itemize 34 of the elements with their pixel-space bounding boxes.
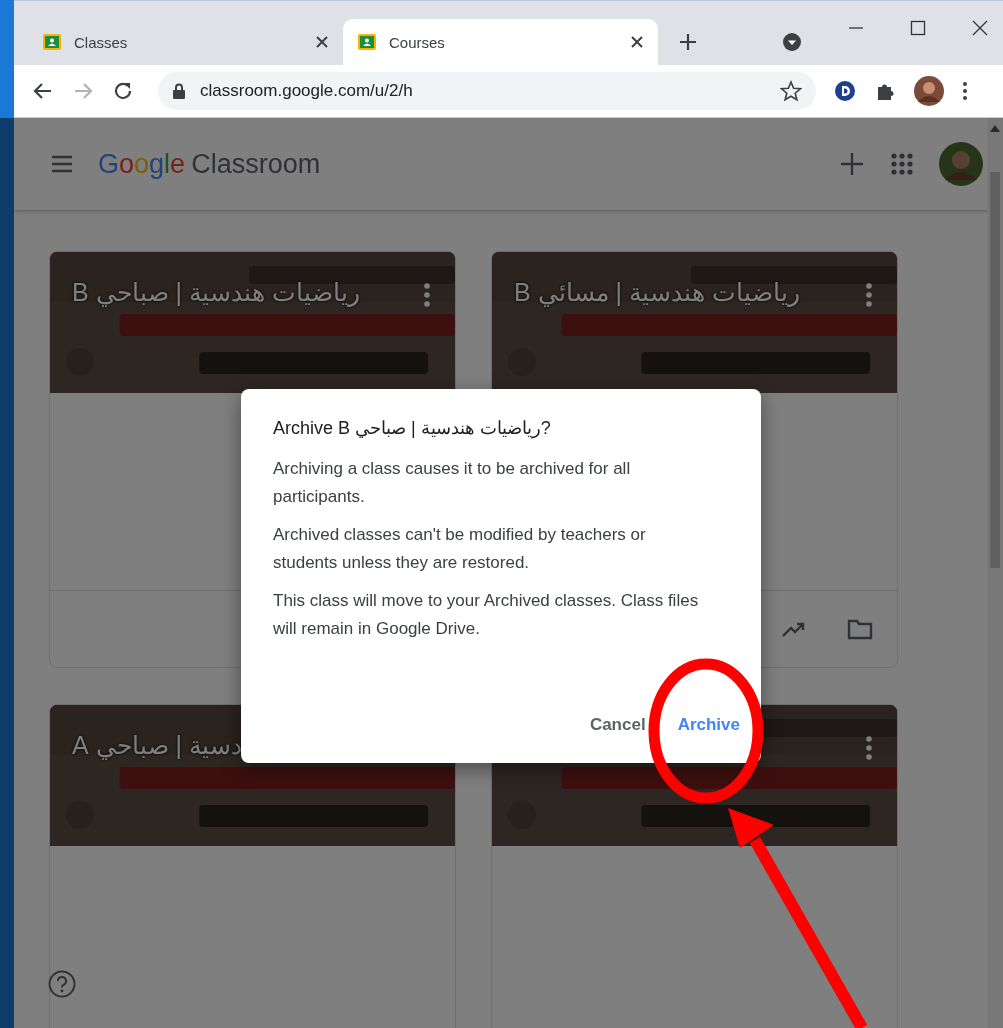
- more-icon[interactable]: [962, 80, 968, 102]
- browser-tab[interactable]: Classes: [28, 19, 343, 65]
- close-icon[interactable]: [971, 19, 989, 37]
- cancel-button[interactable]: Cancel: [589, 707, 646, 743]
- dropdown-icon[interactable]: [782, 32, 802, 52]
- plus-icon[interactable]: [839, 151, 865, 177]
- dialog-text: Archived classes can't be modified by teachers or students unless they are restored.: [273, 524, 647, 574]
- extension-icon[interactable]: [834, 80, 856, 102]
- lock-icon: [172, 83, 186, 99]
- archive-button[interactable]: Archive: [677, 707, 740, 743]
- scroll-up-icon[interactable]: [990, 124, 1000, 132]
- classroom-favicon-icon: [42, 32, 62, 52]
- scrollbar[interactable]: [987, 118, 1003, 1028]
- help-icon[interactable]: [48, 970, 76, 998]
- classroom-logo[interactable]: Google Classroom: [98, 148, 815, 180]
- class-title[interactable]: رياضيات هندسية | مسائي B: [514, 278, 800, 307]
- close-icon[interactable]: [630, 35, 644, 49]
- more-icon[interactable]: [865, 282, 873, 308]
- browser-tab[interactable]: Courses: [343, 19, 658, 65]
- plus-icon[interactable]: [678, 32, 698, 52]
- close-icon[interactable]: [315, 35, 329, 49]
- avatar[interactable]: [914, 76, 944, 106]
- star-icon[interactable]: [780, 80, 802, 102]
- dialog-text: Archiving a class causes it to be archived for all participants.: [273, 458, 632, 508]
- maximize-icon[interactable]: [909, 19, 927, 37]
- class-title[interactable]: رياضيات هندسية | صباحي B: [72, 278, 360, 307]
- reload-icon[interactable]: [112, 80, 134, 102]
- dialog-text: This class will move to your Archived classes. Class files will remain in Google Drive.: [273, 590, 700, 640]
- more-icon[interactable]: [865, 735, 873, 761]
- more-icon[interactable]: [423, 282, 431, 308]
- apps-icon[interactable]: [889, 151, 915, 177]
- classroom-favicon-icon: [357, 32, 377, 52]
- address-bar[interactable]: classroom.google.com/u/2/h: [158, 72, 816, 110]
- class-title[interactable]: دسية | صباحي A: [72, 731, 243, 760]
